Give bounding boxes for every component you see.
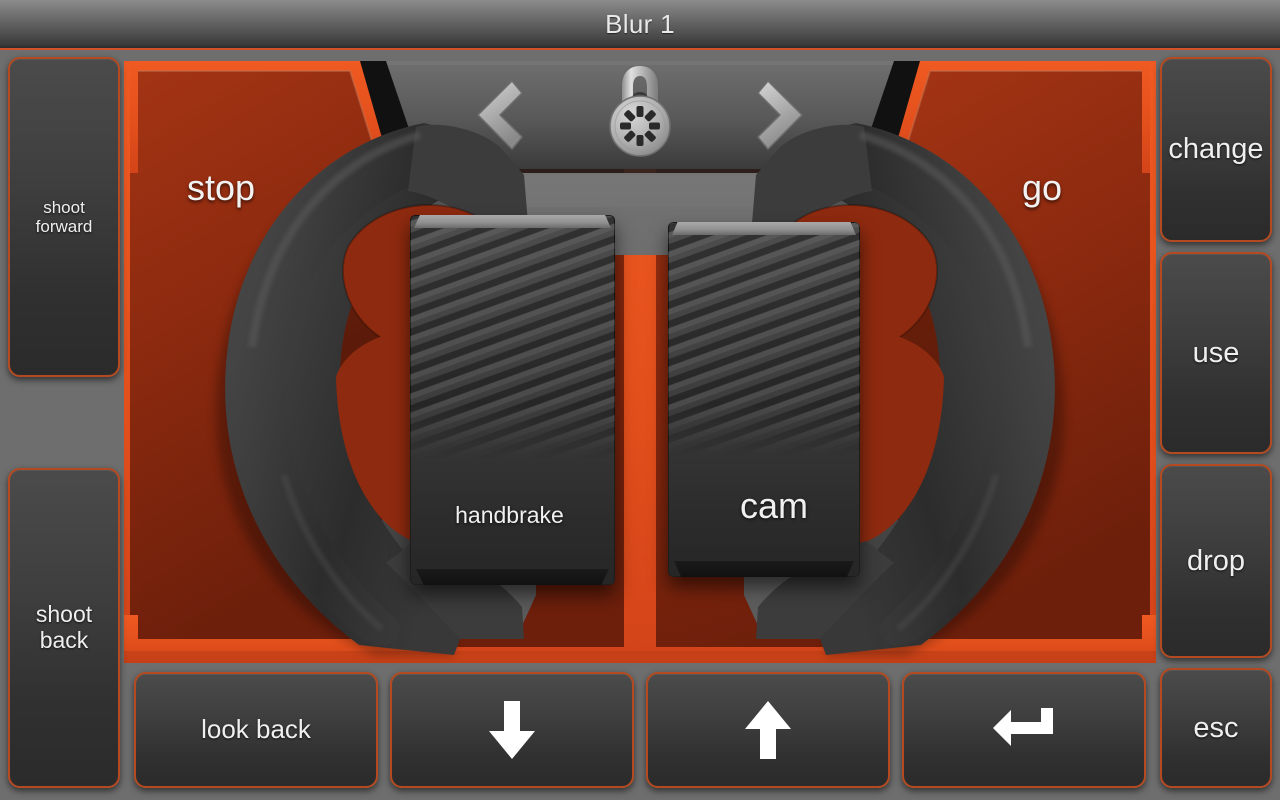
shoot-back-button[interactable]: shoot back [8,468,120,788]
arrow-down-icon [489,701,535,759]
arrow-up-icon [745,701,791,759]
shoot-back-label: shoot back [35,601,93,654]
enter-return-icon [993,708,1053,746]
pedal-handbrake-label: handbrake [455,502,564,528]
previous-button[interactable] [450,62,550,167]
move-up-button[interactable] [646,672,890,788]
pedal-cam[interactable]: cam [668,222,860,577]
chevron-left-icon [477,79,523,150]
pedal-grip-texture [410,215,615,460]
pedal-cam-label: cam [739,485,808,526]
padlock-icon [609,66,671,157]
title-bar: Blur 1 [0,0,1280,50]
pedal-top-bevel [672,222,856,235]
lock-button[interactable] [560,56,720,168]
chevron-right-icon [757,79,803,150]
app-root: Blur 1 stop go handbrake cam shoot forwa… [0,0,1280,800]
drop-label: drop [1186,544,1246,577]
next-button[interactable] [730,62,830,167]
use-label: use [1192,336,1240,369]
pedal-bottom-bevel [674,561,854,577]
pedal-grip-texture [668,222,860,457]
page-title: Blur 1 [605,8,675,39]
pedal-handbrake[interactable]: handbrake [410,215,615,585]
change-label: change [1168,133,1264,166]
shoot-forward-button[interactable]: shoot forward [8,57,120,377]
esc-label: esc [1193,711,1239,744]
pedal-top-bevel [414,215,611,228]
pedal-bottom-bevel [416,569,609,585]
shoot-back-label-line1: shoot [35,601,93,628]
shoot-forward-label-line2: forward [35,217,93,236]
enter-button[interactable] [902,672,1146,788]
esc-button[interactable]: esc [1160,668,1272,788]
shoot-back-label-line2: back [39,627,89,653]
look-back-label: look back [201,714,311,745]
use-button[interactable]: use [1160,252,1272,454]
change-button[interactable]: change [1160,57,1272,242]
move-down-button[interactable] [390,672,634,788]
shoot-forward-label: shoot forward [36,198,93,236]
shoot-forward-label-line1: shoot [43,197,85,217]
drop-button[interactable]: drop [1160,464,1272,658]
look-back-button[interactable]: look back [134,672,378,788]
